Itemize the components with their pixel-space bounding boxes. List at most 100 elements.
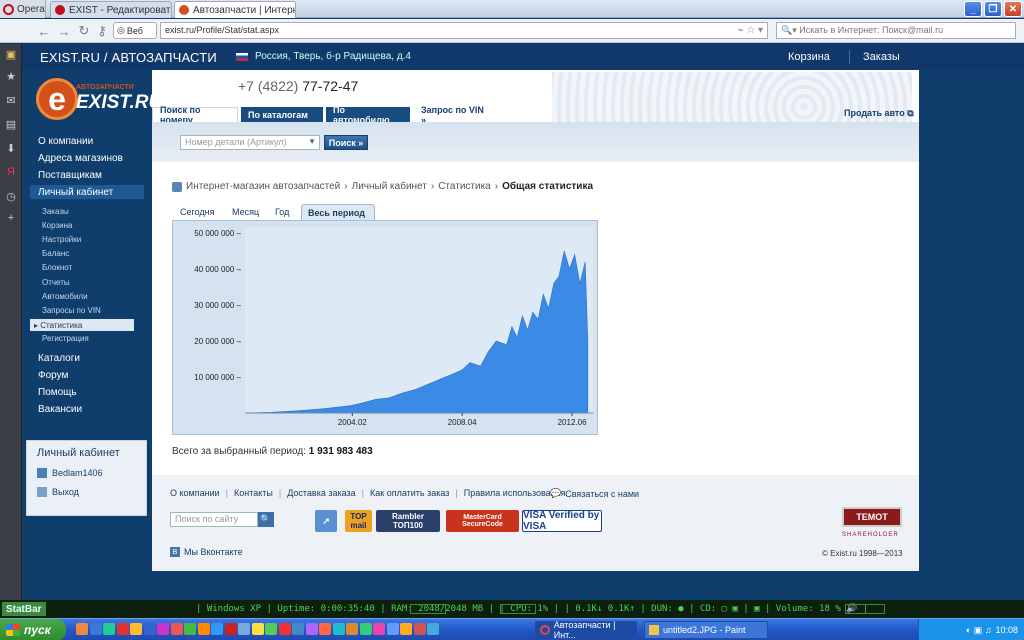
- downloads-icon[interactable]: ⬇: [5, 142, 17, 155]
- quick-launch-icon[interactable]: [319, 623, 331, 635]
- add-panel-icon[interactable]: +: [5, 212, 17, 224]
- nav-vin-requests[interactable]: Запросы по VIN: [42, 306, 101, 315]
- key-icon[interactable]: ⚷: [94, 23, 110, 39]
- user-link[interactable]: Bedlam1406: [37, 468, 103, 478]
- nav-forum[interactable]: Форум: [38, 370, 68, 381]
- footer-link-payment[interactable]: Как оплатить заказ: [370, 488, 449, 498]
- nav-about[interactable]: О компании: [38, 136, 93, 147]
- quick-launch-icon[interactable]: [427, 623, 439, 635]
- quick-launch-icon[interactable]: [265, 623, 277, 635]
- sell-car-link[interactable]: Продать авто ⧉: [844, 108, 914, 119]
- start-button[interactable]: пуск: [0, 619, 66, 640]
- reload-icon[interactable]: ↻: [76, 23, 92, 39]
- site-search-input[interactable]: Поиск по сайту: [170, 512, 258, 527]
- taskbar-item-paint[interactable]: untitled2.JPG - Paint: [644, 621, 768, 639]
- quick-launch-icon[interactable]: [278, 623, 291, 635]
- quick-launch-icon[interactable]: [359, 623, 372, 635]
- quick-launch-icon[interactable]: [400, 623, 412, 635]
- quick-launch-icon[interactable]: [116, 623, 129, 635]
- speed-dial-icon[interactable]: ▣: [5, 48, 17, 61]
- minimize-button[interactable]: _: [964, 1, 982, 17]
- quick-launch-icon[interactable]: [89, 623, 102, 635]
- browser-tab-active[interactable]: Автозапчасти | Интерн... ✕: [174, 1, 296, 18]
- nav-cart[interactable]: Корзина: [42, 221, 72, 230]
- nav-orders[interactable]: Заказы: [42, 207, 69, 216]
- logout-link[interactable]: Выход: [37, 487, 79, 497]
- arrow-badge-icon[interactable]: ↗: [315, 510, 337, 532]
- nav-help[interactable]: Помощь: [38, 387, 77, 398]
- quick-launch-icon[interactable]: [346, 623, 358, 635]
- store-location[interactable]: Россия, Тверь, б-р Радищева, д.4: [255, 51, 411, 62]
- quick-launch-icon[interactable]: [143, 623, 156, 635]
- temot-logo[interactable]: TEMOT: [842, 507, 902, 527]
- quick-launch-icon[interactable]: [211, 623, 223, 635]
- quick-launch-icon[interactable]: [130, 623, 142, 635]
- tab-search-by-number[interactable]: Поиск по номеру: [152, 105, 238, 125]
- nav-notebook[interactable]: Блокнот: [42, 263, 72, 272]
- quick-launch-icon[interactable]: [373, 623, 385, 635]
- web-button[interactable]: ◎ Веб: [113, 22, 157, 39]
- crumb-shop[interactable]: Интернет-магазин автозапчастей: [186, 181, 340, 192]
- statbar-logo[interactable]: StatBar: [2, 602, 46, 616]
- web-search-input[interactable]: 🔍▾ Искать в Интернет: Поиск@mail.ru: [776, 22, 1016, 39]
- quick-launch-icon[interactable]: [238, 623, 250, 635]
- nav-cars[interactable]: Автомобили: [42, 292, 88, 301]
- footer-link-about[interactable]: О компании: [170, 488, 220, 498]
- site-search-button[interactable]: 🔍: [258, 512, 274, 527]
- footer-link-delivery[interactable]: Доставка заказа: [287, 488, 355, 498]
- quick-launch-icon[interactable]: [224, 623, 237, 635]
- mail-icon[interactable]: ✉: [5, 94, 17, 107]
- back-button[interactable]: ←: [36, 23, 52, 39]
- notes-icon[interactable]: ▤: [5, 118, 17, 131]
- nav-catalogs[interactable]: Каталоги: [38, 353, 80, 364]
- browser-tab[interactable]: EXIST - Редактировать ✕: [50, 1, 172, 18]
- nav-balance[interactable]: Баланс: [42, 249, 69, 258]
- nav-registration[interactable]: Регистрация: [42, 334, 89, 343]
- nav-statistics[interactable]: ▸ Статистика: [30, 319, 134, 331]
- clock[interactable]: 10:08: [995, 625, 1018, 635]
- nav-store-addresses[interactable]: Адреса магазинов: [38, 153, 123, 164]
- tab-all-period[interactable]: Весь период: [301, 204, 375, 220]
- part-number-input[interactable]: Номер детали (Артикул): [180, 135, 320, 150]
- nav-settings[interactable]: Настройки: [42, 235, 81, 244]
- cart-link[interactable]: Корзина: [788, 51, 830, 63]
- taskbar-item-opera[interactable]: Автозапчасти | Инт...: [535, 620, 637, 640]
- quick-launch-icon[interactable]: [386, 623, 399, 635]
- quick-launch-icon[interactable]: [157, 623, 169, 635]
- quick-launch-icon[interactable]: [413, 623, 426, 635]
- quick-launch-icon[interactable]: [332, 623, 345, 635]
- quick-launch-icon[interactable]: [103, 623, 115, 635]
- url-field[interactable]: exist.ru/Profile/Stat/stat.aspx ⌁ ☆ ▾: [160, 22, 768, 39]
- quick-launch-icon[interactable]: [197, 623, 210, 635]
- nav-vacancies[interactable]: Вакансии: [38, 404, 82, 415]
- crumb-cabinet[interactable]: Личный кабинет: [352, 181, 427, 192]
- nav-personal-cabinet[interactable]: Личный кабинет: [30, 185, 144, 199]
- find-button[interactable]: Поиск »: [324, 135, 368, 150]
- tab-vin-request[interactable]: Запрос по VIN »: [414, 105, 494, 125]
- quick-launch-icon[interactable]: [305, 623, 318, 635]
- vkontakte-link[interactable]: B Мы Вконтакте: [170, 547, 243, 557]
- rambler-badge[interactable]: Rambler ТОП100: [376, 510, 440, 532]
- tab-today[interactable]: Сегодня: [174, 204, 221, 220]
- close-window-button[interactable]: ✕: [1004, 1, 1022, 17]
- tab-by-catalogs[interactable]: По каталогам: [241, 107, 323, 122]
- opera-menu-button[interactable]: Opera: [0, 0, 46, 18]
- quick-launch-icon[interactable]: [292, 623, 304, 635]
- quick-launch-icon[interactable]: [184, 623, 196, 635]
- visa-badge[interactable]: VISA Verified by VISA: [522, 510, 602, 532]
- top-mail-badge[interactable]: TOP mail: [345, 510, 372, 532]
- tab-by-car[interactable]: По автомобилю: [326, 105, 410, 125]
- site-brand[interactable]: EXIST.RU / АВТОЗАПЧАСТИ: [40, 50, 217, 65]
- history-clock-icon[interactable]: ◷: [5, 190, 17, 203]
- quick-launch-icon[interactable]: [170, 623, 183, 635]
- exist-logo[interactable]: e АВТОЗАПЧАСТИ EXIST.RU: [36, 78, 162, 120]
- nav-suppliers[interactable]: Поставщикам: [38, 170, 102, 181]
- orders-link[interactable]: Заказы: [863, 51, 900, 63]
- maximize-button[interactable]: ❐: [984, 1, 1002, 17]
- forward-button[interactable]: →: [56, 23, 72, 39]
- crumb-statistics[interactable]: Статистика: [438, 181, 491, 192]
- quick-launch-icon[interactable]: [251, 623, 264, 635]
- tab-month[interactable]: Месяц: [226, 204, 265, 220]
- rss-star-icon[interactable]: ⌁ ☆ ▾: [737, 25, 763, 36]
- tab-year[interactable]: Год: [269, 204, 295, 220]
